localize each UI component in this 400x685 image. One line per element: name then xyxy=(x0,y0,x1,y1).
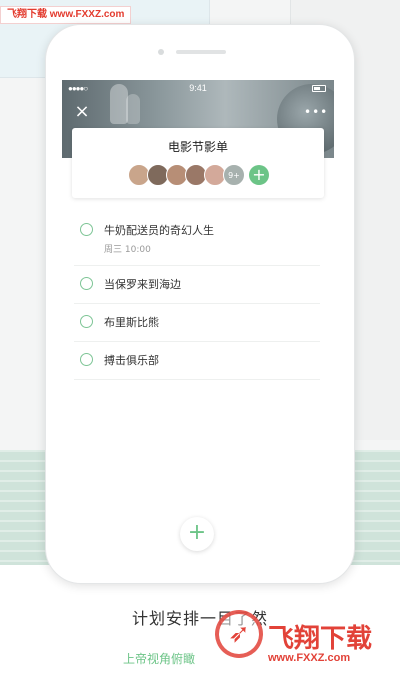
add-task-button[interactable]: + xyxy=(180,517,214,551)
task-title: 搏击俱乐部 xyxy=(104,354,159,367)
phone-camera xyxy=(158,49,164,55)
phone-speaker xyxy=(176,50,226,54)
checkbox-circle-icon[interactable] xyxy=(80,315,93,328)
add-member-button[interactable]: + xyxy=(249,165,269,185)
member-avatars[interactable]: 9+ + xyxy=(128,164,269,186)
plus-icon: + xyxy=(252,165,266,184)
member-overflow-count[interactable]: 9+ xyxy=(223,164,245,186)
status-bar: ●●●●○ 9:41 xyxy=(62,80,334,98)
close-icon: × xyxy=(74,101,90,122)
checkbox-circle-icon[interactable] xyxy=(80,353,93,366)
battery-icon xyxy=(312,85,326,92)
app-screen: ●●●●○ 9:41 × ••• 电影节影单 9+ + 牛奶配送员的奇幻人生 周… xyxy=(62,80,334,566)
list-item[interactable]: 布里斯比熊 xyxy=(74,304,320,342)
watermark-logo-icon: ➶ xyxy=(215,610,263,658)
close-button[interactable]: × xyxy=(72,102,92,122)
caption-subtitle: 上帝视角俯瞰 xyxy=(123,652,196,666)
list-item[interactable]: 搏击俱乐部 xyxy=(74,342,320,380)
hero-vase xyxy=(126,94,140,124)
list-header-card: 电影节影单 9+ + xyxy=(72,128,324,198)
more-icon: ••• xyxy=(304,105,329,119)
more-button[interactable]: ••• xyxy=(304,102,327,122)
task-list: 牛奶配送员的奇幻人生 周三 10:00 当保罗来到海边 布里斯比熊 搏击俱乐部 xyxy=(62,212,334,380)
task-due-date: 周三 10:00 xyxy=(104,245,151,255)
task-title: 当保罗来到海边 xyxy=(104,278,181,291)
watermark-url: www.FXXZ.com xyxy=(268,652,351,664)
checkbox-circle-icon[interactable] xyxy=(80,223,93,236)
status-time: 9:41 xyxy=(189,83,207,93)
list-title[interactable]: 电影节影单 xyxy=(72,138,324,155)
list-item[interactable]: 当保罗来到海边 xyxy=(74,266,320,304)
watermark-brand: 飞翔下载 xyxy=(268,624,373,654)
list-item[interactable]: 牛奶配送员的奇幻人生 周三 10:00 xyxy=(74,212,320,266)
task-title: 布里斯比熊 xyxy=(104,316,159,329)
task-title: 牛奶配送员的奇幻人生 xyxy=(104,224,214,237)
watermark-top: 飞翔下载 www.FXXZ.com xyxy=(0,6,132,24)
plus-icon: + xyxy=(187,520,207,545)
checkbox-circle-icon[interactable] xyxy=(80,277,93,290)
